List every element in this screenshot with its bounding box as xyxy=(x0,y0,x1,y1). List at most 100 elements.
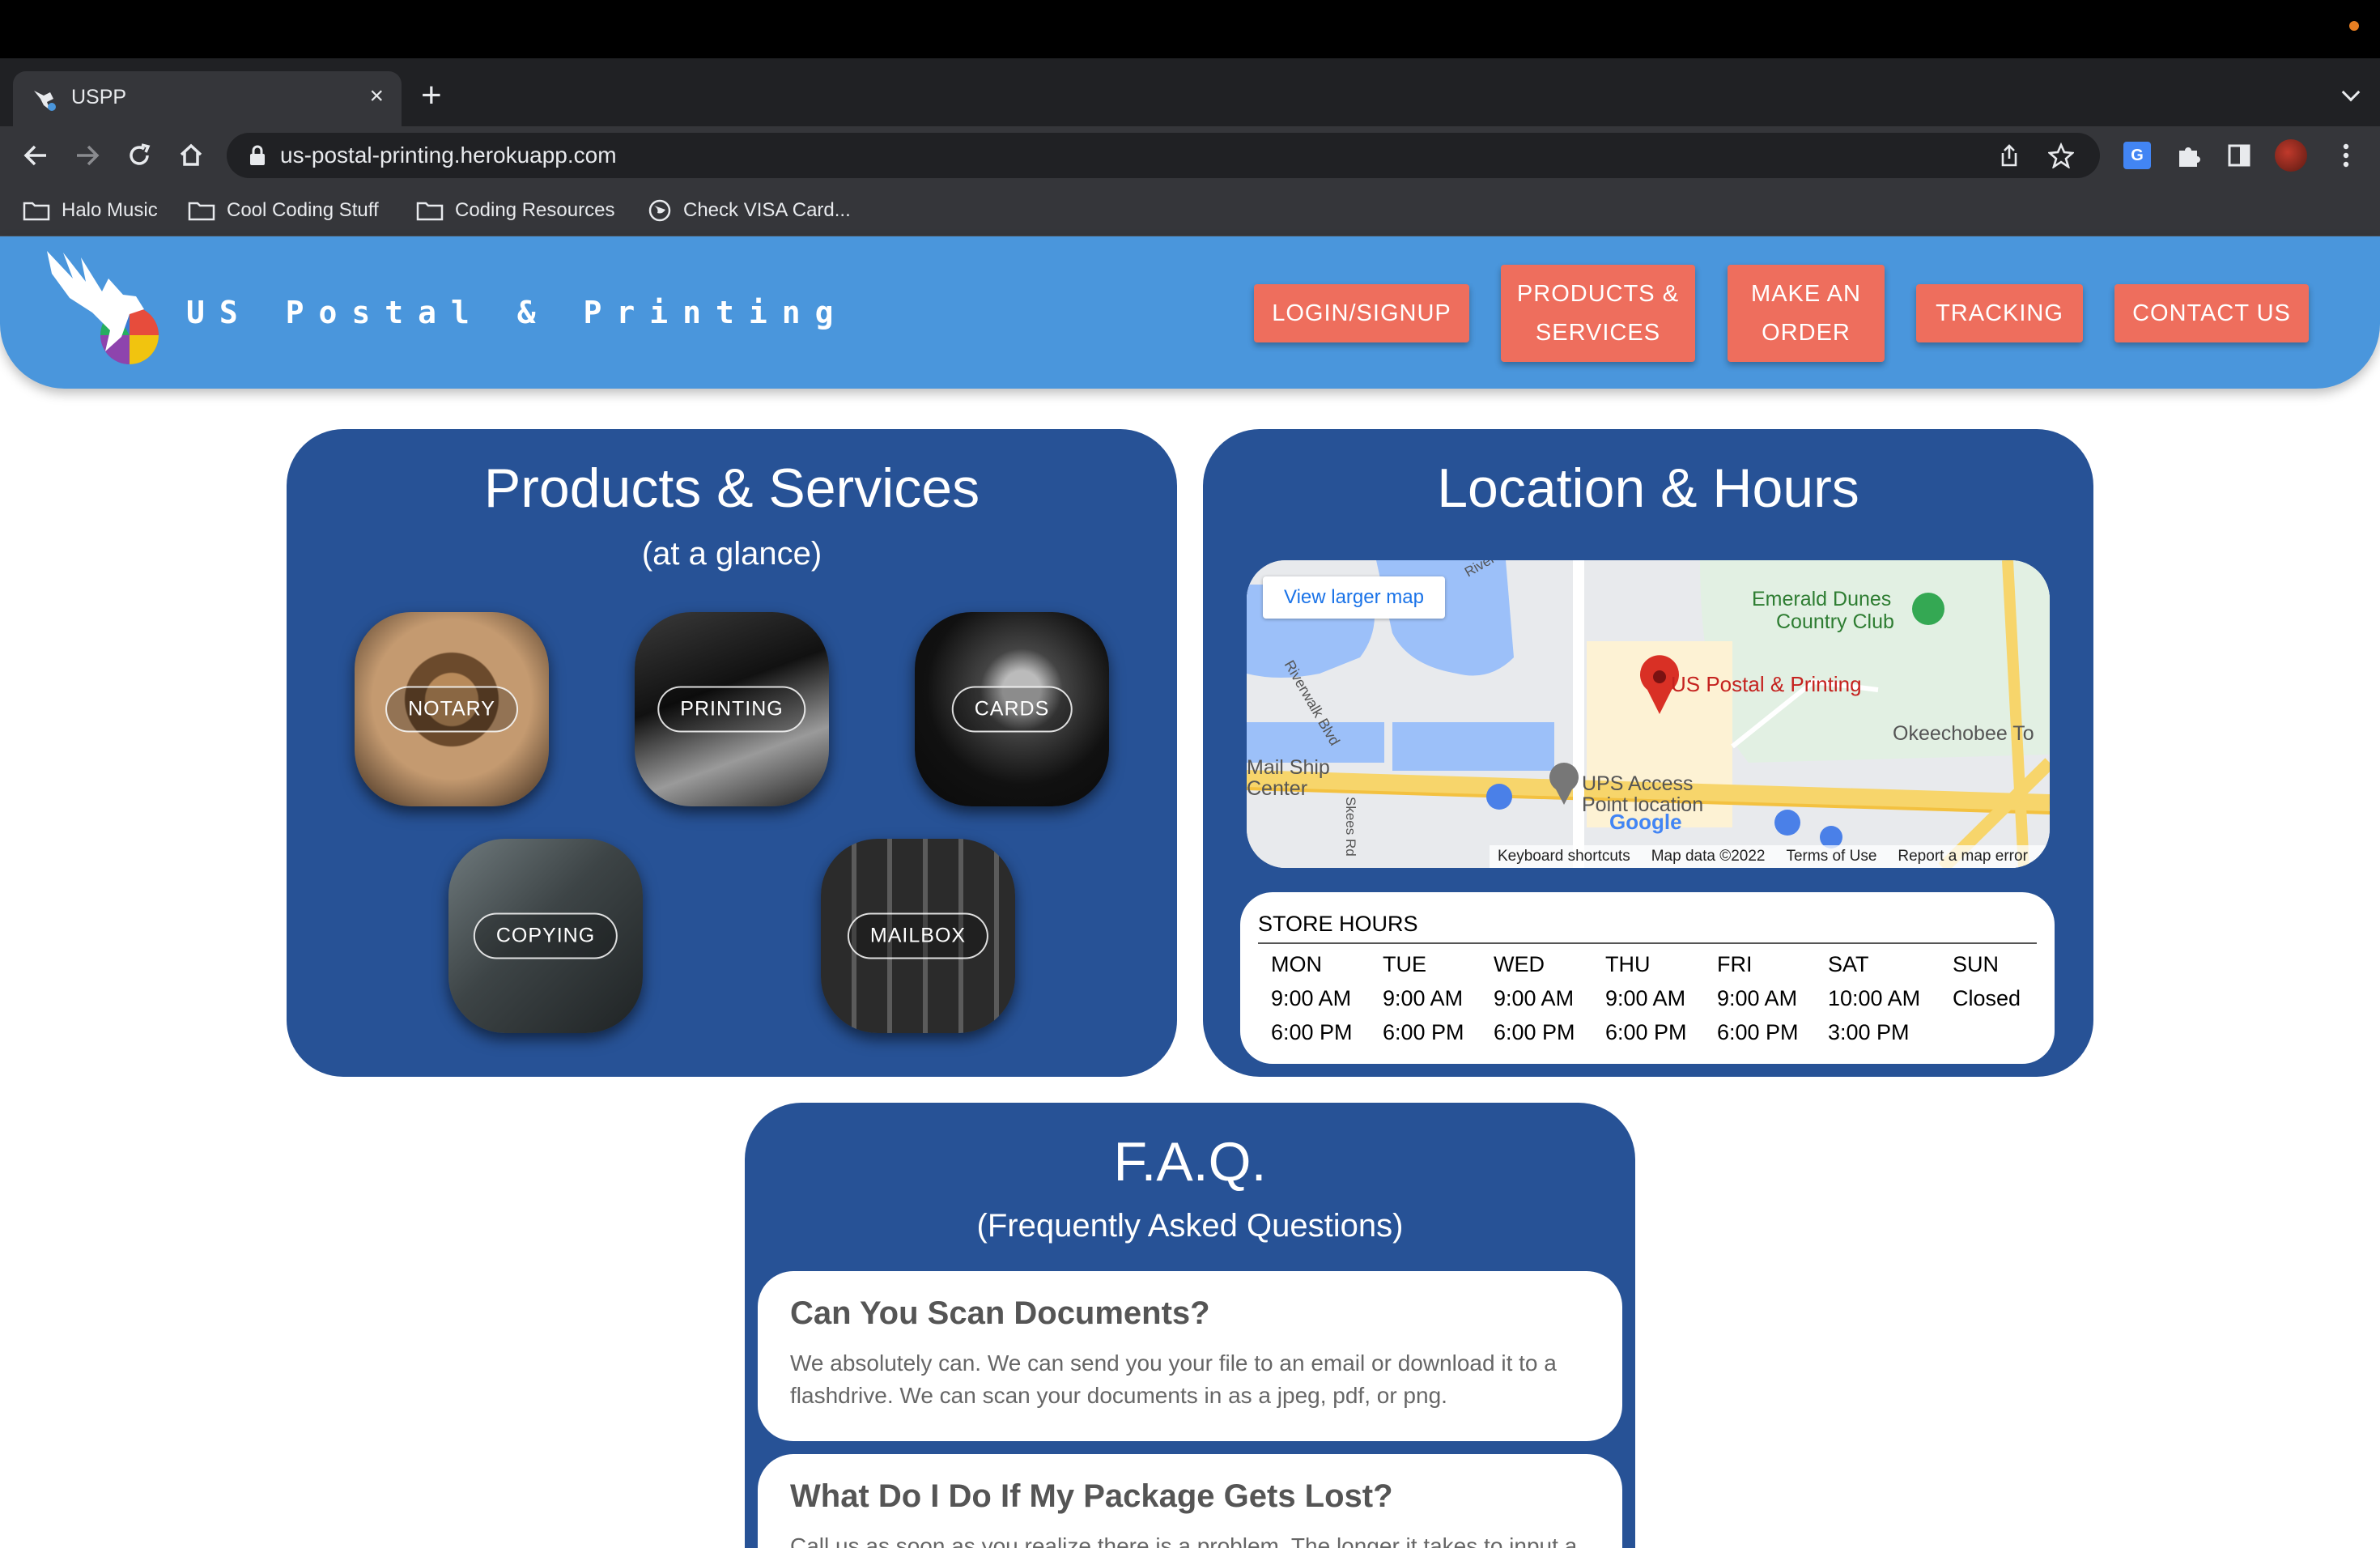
open-time: 9:00 AM xyxy=(1605,986,1686,1010)
products-subtitle: (at a glance) xyxy=(641,536,822,572)
bookmark-label: Halo Music xyxy=(62,199,158,221)
hours-column-fri: FRI 9:00 AM 6:00 PM xyxy=(1717,947,1799,1049)
tab-search-chevron-icon[interactable] xyxy=(2341,83,2361,102)
home-icon[interactable] xyxy=(172,136,210,175)
hours-column-thu: THU 9:00 AM 6:00 PM xyxy=(1605,947,1687,1049)
make-an-order-label-line2: ORDER xyxy=(1762,320,1851,346)
service-copying[interactable]: COPYING xyxy=(448,839,643,1033)
profile-avatar[interactable] xyxy=(2275,139,2307,172)
login-signup-button[interactable]: LOGIN/SIGNUP xyxy=(1254,284,1469,342)
bookmark-halo-music[interactable]: Halo Music xyxy=(23,196,158,225)
products-services-button[interactable]: PRODUCTS & SERVICES xyxy=(1501,265,1695,362)
open-time: 9:00 AM xyxy=(1383,986,1464,1010)
google-translate-icon[interactable]: G xyxy=(2121,139,2153,172)
forward-icon[interactable] xyxy=(68,136,107,175)
open-time: 9:00 AM xyxy=(1271,986,1352,1010)
folder-icon xyxy=(23,202,50,221)
bookmark-cool-coding-stuff[interactable]: Cool Coding Stuff xyxy=(188,196,379,225)
folder-icon xyxy=(188,202,215,221)
service-printing-label: PRINTING xyxy=(657,686,806,733)
share-icon[interactable] xyxy=(1995,141,2024,170)
map-place-label: Mail Ship xyxy=(1247,756,1330,779)
map-road-label: Skees Rd xyxy=(1343,797,1358,857)
faq-question: Can You Scan Documents? xyxy=(790,1295,1210,1331)
terms-of-use-link[interactable]: Terms of Use xyxy=(1786,848,1876,865)
open-time: Closed xyxy=(1953,986,2021,1010)
reload-icon[interactable] xyxy=(120,136,159,175)
bookmark-label: Coding Resources xyxy=(455,199,615,221)
open-time: 9:00 AM xyxy=(1494,986,1575,1010)
brand-name[interactable]: US Postal & Printing xyxy=(186,295,848,330)
map-place-label: UPS Access xyxy=(1582,772,1694,795)
faq-item[interactable]: What Do I Do If My Package Gets Lost? Ca… xyxy=(758,1454,1622,1548)
faq-subtitle: (Frequently Asked Questions) xyxy=(976,1208,1404,1244)
service-notary[interactable]: NOTARY xyxy=(355,612,549,806)
browser-tab[interactable]: USPP × xyxy=(13,71,402,126)
store-hours-title: STORE HOURS xyxy=(1258,912,1418,936)
day-label: FRI xyxy=(1717,952,1753,976)
hours-column-sat: SAT 10:00 AM 3:00 PM xyxy=(1828,947,1920,1049)
bookmark-coding-resources[interactable]: Coding Resources xyxy=(416,196,614,225)
hours-column-wed: WED 9:00 AM 6:00 PM xyxy=(1494,947,1575,1049)
bookmark-check-visa-card[interactable]: Check VISA Card... xyxy=(648,196,851,225)
day-label: TUE xyxy=(1383,952,1426,976)
service-cards[interactable]: CARDS xyxy=(915,612,1109,806)
open-time: 9:00 AM xyxy=(1717,986,1798,1010)
bookmark-star-icon[interactable] xyxy=(2046,141,2076,170)
embedded-map[interactable]: View larger map US Postal & Printing Eme… xyxy=(1247,560,2050,868)
system-menu-bar xyxy=(0,0,2380,58)
service-printing[interactable]: PRINTING xyxy=(635,612,829,806)
service-mailbox-label: MAILBOX xyxy=(847,912,989,959)
open-time: 10:00 AM xyxy=(1828,986,1921,1010)
make-an-order-button[interactable]: MAKE AN ORDER xyxy=(1728,265,1885,362)
map-place-label: Emerald Dunes xyxy=(1752,588,1892,610)
address-bar[interactable]: us-postal-printing.herokuapp.com xyxy=(227,133,2100,178)
report-map-error-link[interactable]: Report a map error xyxy=(1898,848,2028,865)
eagle-logo[interactable] xyxy=(40,246,170,376)
back-icon[interactable] xyxy=(16,136,55,175)
tab-title: USPP xyxy=(71,86,127,108)
store-hours-table: STORE HOURS MON 9:00 AM 6:00 PM TUE 9:00… xyxy=(1240,892,2055,1064)
day-label: MON xyxy=(1271,952,1322,976)
close-time: 6:00 PM xyxy=(1605,1020,1687,1044)
login-signup-label: LOGIN/SIGNUP xyxy=(1272,300,1451,326)
tracking-label: TRACKING xyxy=(1936,300,2063,326)
tracking-button[interactable]: TRACKING xyxy=(1916,284,2083,342)
faq-title: F.A.Q. xyxy=(1113,1131,1267,1193)
url-text: us-postal-printing.herokuapp.com xyxy=(280,142,617,168)
close-time: 6:00 PM xyxy=(1717,1020,1799,1044)
close-time: 6:00 PM xyxy=(1494,1020,1575,1044)
day-label: SAT xyxy=(1828,952,1869,976)
day-label: SUN xyxy=(1953,952,2000,976)
close-tab-icon[interactable]: × xyxy=(369,83,384,110)
service-mailbox[interactable]: MAILBOX xyxy=(821,839,1015,1033)
map-footer: Keyboard shortcuts Map data ©2022 Terms … xyxy=(1490,845,2050,868)
bookmark-label: Check VISA Card... xyxy=(683,199,851,221)
close-time: 3:00 PM xyxy=(1828,1020,1910,1044)
tab-strip: USPP × + xyxy=(0,58,2380,126)
lock-icon xyxy=(250,145,265,165)
browser-toolbar: us-postal-printing.herokuapp.com G xyxy=(0,126,2380,185)
hours-column-tue: TUE 9:00 AM 6:00 PM xyxy=(1383,947,1464,1049)
site-header: US Postal & Printing LOGIN/SIGNUP PRODUC… xyxy=(0,236,2380,389)
divider xyxy=(1258,942,2037,944)
recording-indicator-icon xyxy=(2349,21,2359,31)
extensions-puzzle-icon[interactable] xyxy=(2173,139,2205,172)
new-tab-icon[interactable]: + xyxy=(421,78,442,113)
faq-answer: Call us as soon as you realize there is … xyxy=(790,1533,1578,1548)
location-title: Location & Hours xyxy=(1437,457,1859,519)
side-panel-icon[interactable] xyxy=(2223,139,2255,172)
day-label: WED xyxy=(1494,952,1545,976)
contact-us-label: CONTACT US xyxy=(2132,300,2291,326)
keyboard-shortcuts-link[interactable]: Keyboard shortcuts xyxy=(1498,848,1630,865)
faq-item[interactable]: Can You Scan Documents? We absolutely ca… xyxy=(758,1271,1622,1441)
service-cards-label: CARDS xyxy=(951,686,1073,733)
bookmark-label: Cool Coding Stuff xyxy=(227,199,379,221)
close-time: 6:00 PM xyxy=(1271,1020,1353,1044)
view-larger-map-link[interactable]: View larger map xyxy=(1263,576,1445,619)
contact-us-button[interactable]: CONTACT US xyxy=(2114,284,2309,342)
products-title: Products & Services xyxy=(483,457,980,519)
map-place-label: Okeechobee To xyxy=(1893,722,2034,745)
kebab-menu-icon[interactable] xyxy=(2330,139,2362,172)
service-notary-label: NOTARY xyxy=(385,686,518,733)
